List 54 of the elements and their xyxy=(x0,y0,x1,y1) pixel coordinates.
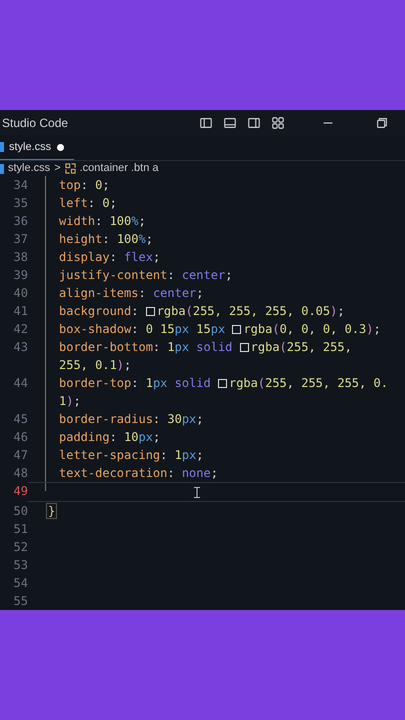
line-number: 35 xyxy=(12,195,28,212)
text-cursor-icon xyxy=(194,487,200,498)
breadcrumb-item[interactable]: .container .btn a xyxy=(80,160,159,177)
color-swatch-icon[interactable] xyxy=(232,325,242,334)
code-line: top: 0; xyxy=(59,178,110,192)
selector-symbol-icon xyxy=(64,163,76,174)
color-swatch-icon[interactable] xyxy=(240,343,249,352)
line-number: 51 xyxy=(12,521,28,538)
line-number: 52 xyxy=(12,539,28,556)
breadcrumb-separator: > xyxy=(54,161,61,176)
code-line: letter-spacing: 1px; xyxy=(59,448,204,462)
code-line: width: 100%; xyxy=(59,214,146,228)
restore-icon[interactable] xyxy=(375,116,389,130)
code-line: background: rgba(255, 255, 255, 0.05); xyxy=(59,304,345,318)
line-number: 47 xyxy=(12,447,28,464)
line-number: 44 xyxy=(12,375,28,392)
line-number: 41 xyxy=(12,303,28,320)
line-number: 46 xyxy=(12,429,28,446)
line-number: 42 xyxy=(12,321,28,338)
color-swatch-icon[interactable] xyxy=(218,379,227,388)
line-number: 55 xyxy=(12,593,28,610)
line-number: 40 xyxy=(12,285,28,302)
sidebar-toggle-icon[interactable] xyxy=(199,116,213,130)
window-title: Studio Code xyxy=(2,115,68,132)
line-number: 38 xyxy=(12,249,28,266)
line-number: 49 xyxy=(12,483,28,500)
code-line: border-top: 1px solid rgba(255, 255, 255, 0. xyxy=(59,376,388,390)
line-number: 37 xyxy=(12,231,28,248)
code-line: border-radius: 30px; xyxy=(59,412,204,426)
panel-toggle-icon[interactable] xyxy=(223,116,237,130)
code-line: display: flex; xyxy=(59,250,160,264)
code-line: 255, 0.1); xyxy=(59,358,132,372)
code-line: align-items: center; xyxy=(59,286,204,300)
code-line: height: 100%; xyxy=(59,232,153,246)
line-number: 50 xyxy=(12,503,28,520)
code-line: left: 0; xyxy=(59,196,117,210)
color-swatch-icon[interactable] xyxy=(146,307,155,316)
layout-grid-icon[interactable] xyxy=(271,116,285,130)
line-number: 45 xyxy=(12,411,28,428)
line-number: 39 xyxy=(12,267,28,284)
code-line: padding: 10px; xyxy=(59,430,160,444)
breadcrumb-item[interactable]: style.css xyxy=(8,160,50,177)
line-number: 36 xyxy=(12,213,28,230)
line-number: 54 xyxy=(12,575,28,592)
code-line: 1); xyxy=(59,394,81,408)
line-number: 34 xyxy=(12,177,28,194)
line-number: 53 xyxy=(12,557,28,574)
code-line: justify-content: center; xyxy=(59,268,232,282)
line-number: 48 xyxy=(12,465,28,482)
code-line: border-bottom: 1px solid rgba(255, 255, xyxy=(59,340,352,354)
line-number: 43 xyxy=(12,339,28,356)
code-line: box-shadow: 0 15px 15px rgba(0, 0, 0, 0.3); xyxy=(59,322,381,336)
code-line: text-decoration: none; xyxy=(59,466,218,480)
secondary-sidebar-icon[interactable] xyxy=(247,116,261,130)
